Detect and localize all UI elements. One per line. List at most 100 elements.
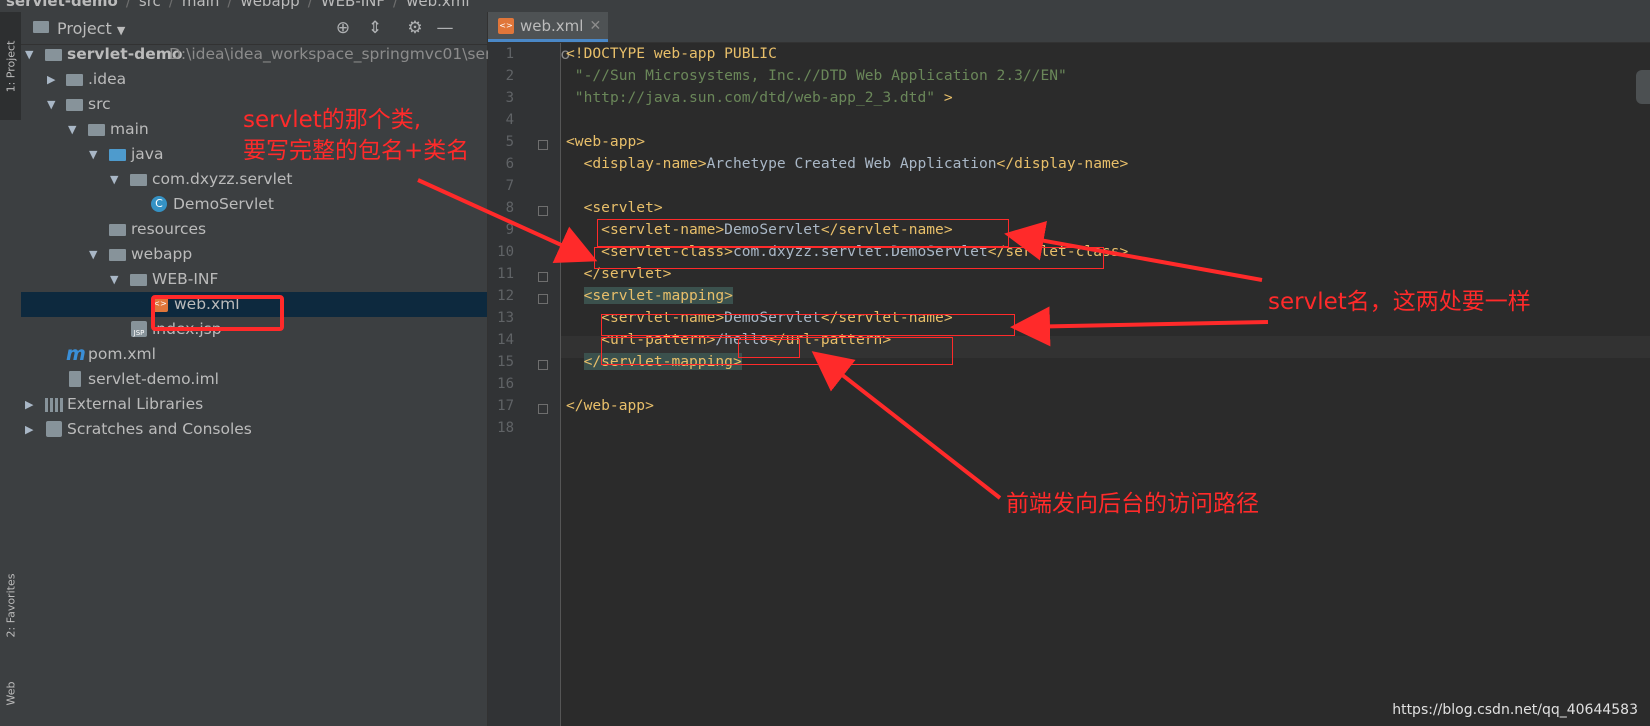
folder-icon <box>33 21 49 33</box>
line-number: 8 <box>505 200 514 216</box>
collapse-arrow-icon[interactable]: ▶ <box>25 392 33 417</box>
xml-file-icon: <> <box>498 17 514 34</box>
tree-item-external-libraries[interactable]: ▶ External Libraries <box>21 392 487 417</box>
right-side-nub <box>1636 70 1650 104</box>
highlight-box-hello <box>738 339 800 358</box>
expand-arrow-icon[interactable]: ▼ <box>89 142 97 167</box>
source-folder-icon <box>109 149 126 161</box>
collapse-arrow-icon[interactable]: ▶ <box>25 417 33 442</box>
project-panel-header: Project ▼ ⊕ ⇕ ⚙ — <box>21 12 487 45</box>
tree-item-demoservlet[interactable]: C DemoServlet <box>21 192 487 217</box>
fold-marker-icon[interactable] <box>538 206 548 216</box>
breadcrumb-item-project[interactable]: servlet-demo <box>6 0 118 10</box>
fold-marker-icon[interactable] <box>538 294 548 304</box>
tree-item-servlet-demo[interactable]: ▼ servlet-demo D:\idea\idea_workspace_sp… <box>21 42 570 67</box>
tree-item-label: DemoServlet <box>173 195 274 213</box>
tree-item-label: Scratches and Consoles <box>67 420 252 438</box>
line-number: 12 <box>497 288 514 304</box>
editor-tab-bar: <> web.xml ✕ <box>488 12 1650 43</box>
line-number: 9 <box>505 222 514 238</box>
folder-icon <box>66 74 83 86</box>
fold-marker-icon[interactable] <box>538 272 548 282</box>
fold-marker-icon[interactable] <box>538 140 548 150</box>
tree-item-label: com.dxyzz.servlet <box>152 170 293 188</box>
tree-item-pomxml[interactable]: m pom.xml <box>21 342 487 367</box>
close-icon[interactable]: ✕ <box>589 18 601 34</box>
expand-arrow-icon[interactable]: ▼ <box>89 242 97 267</box>
tree-item-idea[interactable]: ▶ .idea <box>21 67 487 92</box>
tree-item-label: WEB-INF <box>152 270 219 288</box>
editor-gutter: 1 2 3 4 5 6 7 8 9 10 11 12 13 14 15 16 1… <box>488 43 561 726</box>
watermark: https://blog.csdn.net/qq_40644583 <box>1392 702 1638 718</box>
chevron-down-icon[interactable]: ▼ <box>117 24 125 37</box>
code-editor[interactable]: <!DOCTYPE web-app PUBLIC "-//Sun Microsy… <box>561 43 1650 726</box>
breadcrumb-item-src[interactable]: src <box>139 0 161 10</box>
line-number: 11 <box>497 266 514 282</box>
tree-item-label: resources <box>131 220 207 238</box>
tree-item-resources[interactable]: resources <box>21 217 487 242</box>
tree-item-label: webapp <box>131 245 193 263</box>
maven-icon: m <box>66 343 86 365</box>
module-folder-icon <box>45 49 62 61</box>
code-line-17: </web-app> <box>566 397 654 414</box>
tree-item-package[interactable]: ▼ com.dxyzz.servlet <box>21 167 487 192</box>
tab-webxml[interactable]: <> web.xml ✕ <box>488 12 608 42</box>
tree-item-label: java <box>131 145 164 163</box>
expand-arrow-icon[interactable]: ▼ <box>25 42 33 67</box>
tree-item-label: servlet-demo.iml <box>88 370 219 388</box>
class-icon: C <box>151 196 167 212</box>
code-line-8: <servlet> <box>583 199 663 216</box>
code-line-2: "-//Sun Microsystems, Inc.//DTD Web Appl… <box>574 67 1067 84</box>
fold-marker-icon[interactable] <box>538 360 548 370</box>
breadcrumb-item-main[interactable]: main <box>182 0 219 10</box>
expand-arrow-icon[interactable]: ▼ <box>68 117 76 142</box>
line-number: 16 <box>497 376 514 392</box>
tree-item-webinf[interactable]: ▼ WEB-INF <box>21 267 487 292</box>
annotation-class-line2: 要写完整的包名+类名 <box>243 138 470 164</box>
project-view-selector[interactable]: Project ▼ <box>57 19 125 38</box>
tree-item-iml[interactable]: servlet-demo.iml <box>21 367 487 392</box>
tool-tab-web[interactable]: Web <box>0 668 21 718</box>
tree-item-label: .idea <box>88 70 127 88</box>
collapse-all-icon[interactable]: ⇕ <box>365 18 385 38</box>
annotation-url-path: 前端发向后台的访问路径 <box>1006 491 1259 517</box>
tree-item-label: External Libraries <box>67 395 204 413</box>
line-number: 18 <box>497 420 514 436</box>
code-line-1: <!DOCTYPE web-app PUBLIC <box>566 45 777 62</box>
highlight-box-webxml <box>151 295 284 331</box>
breadcrumb-item-webxml[interactable]: web.xml <box>406 0 469 10</box>
package-icon <box>130 174 147 186</box>
tree-item-scratches[interactable]: ▶ Scratches and Consoles <box>21 417 487 442</box>
line-number: 10 <box>497 244 514 260</box>
line-number: 4 <box>505 112 514 128</box>
highlight-box-servlet-name <box>597 219 1009 247</box>
tool-tab-project[interactable]: 1: Project <box>0 12 21 120</box>
line-number: 6 <box>505 156 514 172</box>
highlight-box-servlet-class <box>594 247 1104 269</box>
tree-item-label: src <box>88 95 111 113</box>
code-line-5: <web-app> <box>566 133 646 150</box>
annotation-class-line1: servlet的那个类, <box>243 107 422 133</box>
minimize-icon[interactable]: — <box>435 18 455 38</box>
web-folder-icon <box>109 249 126 261</box>
iml-file-icon <box>69 371 81 387</box>
expand-arrow-icon[interactable]: ▼ <box>110 167 118 192</box>
line-number: 15 <box>497 354 514 370</box>
breadcrumb-item-webapp[interactable]: webapp <box>240 0 299 10</box>
line-number: 14 <box>497 332 514 348</box>
expand-arrow-icon[interactable]: ▼ <box>47 92 55 117</box>
tool-tab-favorites[interactable]: 2: Favorites <box>0 555 21 655</box>
annotation-servlet-name: servlet名，这两处要一样 <box>1268 289 1531 315</box>
breadcrumb: servlet-demo / src / main / webapp / WEB-INF… <box>0 0 1650 12</box>
fold-marker-icon[interactable] <box>538 404 548 414</box>
breadcrumb-item-webinf[interactable]: WEB-INF <box>321 0 385 10</box>
folder-icon <box>130 274 147 286</box>
collapse-arrow-icon[interactable]: ▶ <box>47 67 55 92</box>
gear-icon[interactable]: ⚙ <box>405 18 425 38</box>
tree-item-webapp[interactable]: ▼ webapp <box>21 242 487 267</box>
tree-item-label: main <box>110 120 149 138</box>
expand-arrow-icon[interactable]: ▼ <box>110 267 118 292</box>
code-line-12: <servlet-mapping> <box>583 287 733 304</box>
locate-icon[interactable]: ⊕ <box>333 18 353 38</box>
line-number: 3 <box>505 90 514 106</box>
